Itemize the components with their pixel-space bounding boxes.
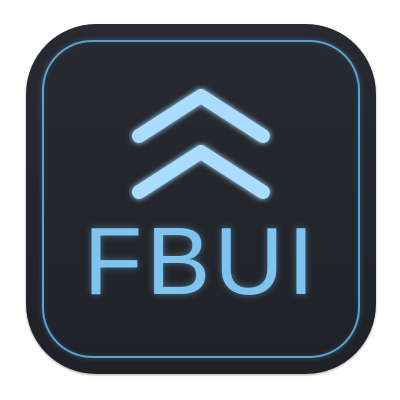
logo-text: FBUI xyxy=(83,208,319,315)
double-chevron-up-icon xyxy=(132,89,270,199)
chevron-upper xyxy=(132,89,270,143)
canvas: FBUI xyxy=(0,0,400,400)
chevron-lower xyxy=(132,145,270,199)
app-icon[interactable]: FBUI xyxy=(26,24,376,374)
